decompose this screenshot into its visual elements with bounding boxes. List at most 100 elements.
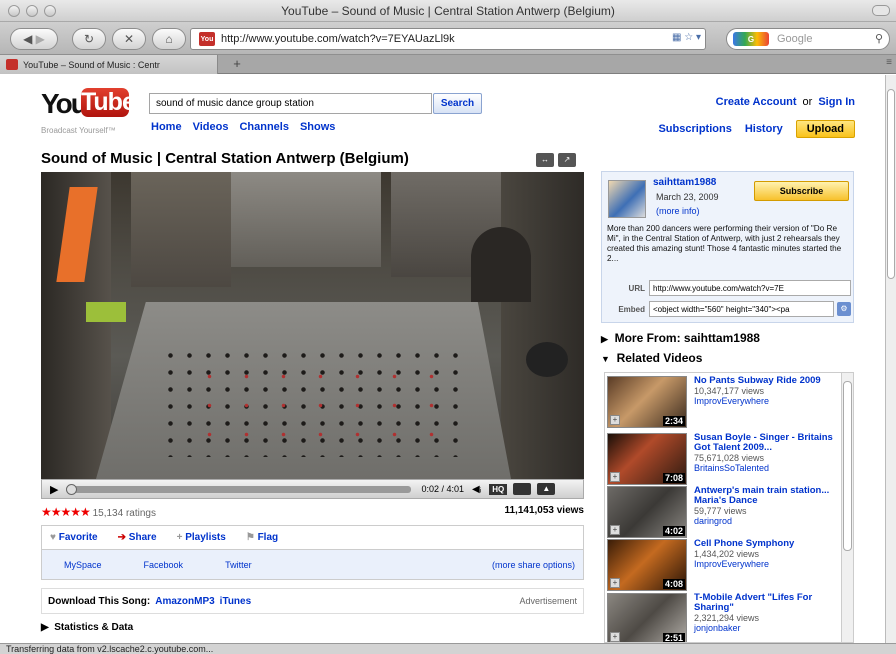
tab-youtube[interactable]: YouTube – Sound of Music : Centr [0, 55, 218, 74]
hq-button[interactable]: HQ [489, 483, 508, 495]
share-twitter-link[interactable]: Twitter [225, 560, 252, 570]
back-arrow-icon[interactable]: ◀ [23, 32, 32, 46]
reload-button[interactable]: ↻ [72, 28, 106, 50]
statistics-toggle[interactable]: ▶ Statistics & Data [41, 622, 133, 633]
volume-icon[interactable]: ◀ᵢ [472, 484, 481, 495]
playlists-button[interactable]: + Playlists [177, 532, 226, 543]
embed-settings-gear-icon[interactable]: ⚙ [837, 302, 851, 316]
add-to-quicklist-icon[interactable]: + [610, 415, 620, 425]
url-bar[interactable]: You http://www.youtube.com/watch?v=7EYAU… [190, 28, 706, 50]
subscriptions-link[interactable]: Subscriptions [658, 123, 731, 135]
amazon-mp3-link[interactable]: AmazonMP3 [155, 596, 214, 607]
history-link[interactable]: History [745, 123, 783, 135]
triangle-right-icon[interactable]: ▶ [601, 334, 608, 344]
triangle-down-icon[interactable]: ▼ [601, 354, 610, 364]
related-user[interactable]: ImprovEverywhere [694, 559, 849, 569]
related-list-scrollbar[interactable] [841, 373, 853, 642]
search-input[interactable]: sound of music dance group station [149, 93, 432, 114]
related-scroll-thumb[interactable] [843, 381, 852, 551]
popout-icon[interactable]: ↗ [558, 153, 576, 167]
page-scrollbar[interactable] [885, 75, 896, 643]
related-item[interactable]: + 2:34 No Pants Subway Ride 2009 10,347,… [607, 376, 847, 430]
more-share-options-link[interactable]: (more share options) [492, 560, 575, 570]
magnifier-icon[interactable]: ⚲ [875, 32, 883, 45]
embed-code-field[interactable]: <object width="560" height="340"><pa [649, 301, 834, 317]
related-item[interactable]: + 4:02 Antwerp's main train station... M… [607, 486, 847, 540]
favorite-button[interactable]: ♥ Favorite [50, 532, 98, 543]
search-button[interactable]: Search [433, 93, 482, 114]
add-to-quicklist-icon[interactable]: + [610, 525, 620, 535]
related-user[interactable]: daringrod [694, 516, 849, 526]
related-item[interactable]: + 2:51 T-Mobile Advert "Lifes For Sharin… [607, 592, 849, 642]
more-from-label[interactable]: More From: saihttam1988 [615, 331, 760, 345]
google-search-field[interactable]: G Google ⚲ [726, 28, 890, 50]
play-icon[interactable]: ▶ [50, 483, 58, 496]
wide-view-icon[interactable]: ↔ [536, 153, 554, 167]
related-title[interactable]: Cell Phone Symphony [694, 538, 794, 549]
triangle-right-icon[interactable]: ▶ [41, 622, 49, 633]
resize-icon[interactable] [513, 483, 532, 495]
tab-label[interactable]: YouTube – Sound of Music : Centr [23, 60, 160, 70]
seek-handle-icon[interactable] [66, 483, 78, 495]
channel-avatar[interactable] [608, 180, 646, 218]
related-user[interactable]: ImprovEverywhere [694, 396, 849, 406]
flag-label[interactable]: Flag [258, 532, 279, 543]
related-title[interactable]: No Pants Subway Ride 2009 [694, 375, 821, 386]
favorite-label[interactable]: Favorite [59, 532, 98, 543]
add-to-quicklist-icon[interactable]: + [610, 578, 620, 588]
playlists-label[interactable]: Playlists [185, 532, 226, 543]
nav-home[interactable]: Home [151, 121, 182, 133]
share-label[interactable]: Share [129, 532, 157, 543]
forward-arrow-icon[interactable]: ▶ [36, 32, 45, 46]
add-to-quicklist-icon[interactable]: + [610, 472, 620, 482]
related-videos-toggle[interactable]: ▼ Related Videos [601, 351, 702, 365]
related-title[interactable]: Antwerp's main train station... Maria's … [694, 485, 829, 506]
related-thumbnail[interactable]: + 4:02 [607, 486, 687, 538]
more-info-link[interactable]: (more info) [656, 206, 700, 216]
share-myspace-link[interactable]: MySpace [64, 560, 102, 570]
stop-button[interactable]: ✕ [112, 28, 146, 50]
create-account-link[interactable]: Create Account [716, 96, 797, 108]
related-title[interactable]: T-Mobile Advert "Lifes For Sharing" [694, 592, 812, 613]
related-user[interactable]: jonjonbaker [694, 623, 849, 633]
channel-name-link[interactable]: saihttam1988 [653, 177, 716, 188]
related-item[interactable]: + 4:08 Cell Phone Symphony 1,434,202 vie… [607, 539, 847, 593]
related-user[interactable]: BritainsSoTalented [694, 463, 849, 473]
related-thumbnail[interactable]: + 2:34 [607, 376, 687, 428]
upload-button[interactable]: Upload [795, 120, 855, 138]
rss-bookmark-icon[interactable]: ▦ ☆ ▾ [672, 32, 701, 43]
flag-button[interactable]: ⚑ Flag [246, 532, 278, 543]
nav-videos[interactable]: Videos [193, 121, 229, 133]
video-url-field[interactable]: http://www.youtube.com/watch?v=7E [649, 280, 851, 296]
video-player[interactable] [41, 172, 584, 479]
google-search-placeholder[interactable]: Google [777, 33, 812, 45]
add-to-quicklist-icon[interactable]: + [610, 632, 620, 642]
new-tab-button[interactable]: + [226, 56, 248, 72]
share-facebook-link[interactable]: Facebook [144, 560, 184, 570]
youtube-logo[interactable]: You Tube [41, 86, 136, 122]
subscribe-button[interactable]: Subscribe [754, 181, 849, 201]
google-icon[interactable]: G [733, 32, 769, 46]
url-text[interactable]: http://www.youtube.com/watch?v=7EYAUazLl… [221, 33, 455, 45]
more-from-toggle[interactable]: ▶ More From: saihttam1988 [601, 331, 760, 345]
seek-bar[interactable] [66, 483, 412, 495]
related-item[interactable]: + 7:08 Susan Boyle - Singer - Britains G… [607, 433, 847, 487]
itunes-link[interactable]: iTunes [220, 596, 251, 607]
related-title[interactable]: Susan Boyle - Singer - Britains Got Tale… [694, 432, 833, 453]
nav-channels[interactable]: Channels [239, 121, 289, 133]
statistics-label[interactable]: Statistics & Data [54, 622, 133, 633]
related-thumbnail[interactable]: + 7:08 [607, 433, 687, 485]
toolbar-toggle-button[interactable] [872, 5, 890, 16]
tab-list-icon[interactable]: ≡ [886, 57, 892, 68]
page-scroll-thumb[interactable] [887, 89, 895, 279]
share-button[interactable]: ➔ Share [118, 532, 157, 543]
related-thumbnail[interactable]: + 2:51 [607, 593, 687, 642]
related-videos-label[interactable]: Related Videos [617, 351, 703, 365]
back-forward-button[interactable]: ◀ ▶ [10, 28, 58, 50]
sign-in-link[interactable]: Sign In [818, 96, 855, 108]
nav-shows[interactable]: Shows [300, 121, 335, 133]
related-thumbnail[interactable]: + 4:08 [607, 539, 687, 591]
star-rating-icon[interactable]: ★★★★★ [41, 505, 91, 519]
fullscreen-icon[interactable]: ▲ [537, 483, 556, 495]
home-button[interactable]: ⌂ [152, 28, 186, 50]
